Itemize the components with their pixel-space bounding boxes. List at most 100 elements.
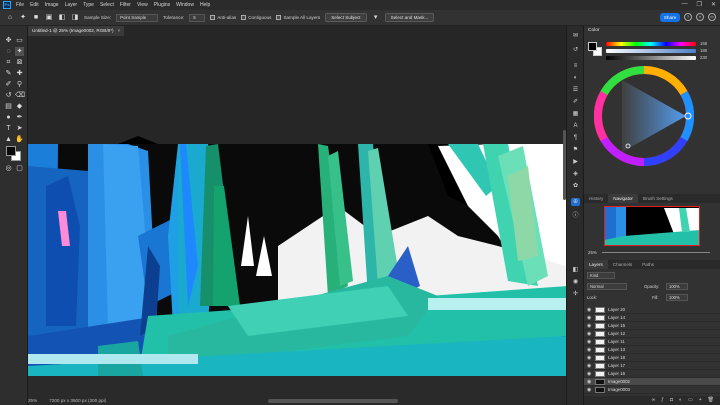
menu-help[interactable]: Help bbox=[200, 2, 210, 8]
navigator-zoom[interactable]: 25% bbox=[588, 250, 597, 255]
hand-tool-icon[interactable]: ✋ bbox=[15, 135, 24, 144]
shapes-icon[interactable]: ✿ bbox=[571, 182, 580, 190]
chevron-down-icon[interactable]: ▾ bbox=[372, 14, 380, 22]
eraser-tool-icon[interactable]: ⌫ bbox=[15, 91, 25, 100]
eye-icon[interactable]: ◉ bbox=[587, 386, 591, 394]
layer-row[interactable]: ◉ Layer 20 bbox=[584, 306, 720, 314]
tab-navigator[interactable]: Navigator bbox=[608, 194, 638, 203]
eye-icon[interactable]: ◉ bbox=[587, 306, 591, 314]
magic-wand-tool-icon[interactable]: ✦ bbox=[19, 14, 27, 22]
minimize-icon[interactable]: — bbox=[682, 1, 688, 8]
properties-icon[interactable]: ≡ bbox=[571, 62, 580, 70]
fx-icon[interactable]: ƒ bbox=[661, 396, 664, 405]
layer-filter-kind[interactable]: Kind bbox=[587, 272, 615, 279]
trash-icon[interactable]: 🗑 bbox=[708, 396, 714, 405]
menu-layer[interactable]: Layer bbox=[65, 2, 78, 8]
tab-channels[interactable]: Channels bbox=[608, 260, 637, 269]
stamp-tool-icon[interactable]: ⚲ bbox=[15, 80, 24, 89]
search-icon[interactable]: ⌕ bbox=[696, 13, 704, 21]
horizontal-scroll-thumb[interactable] bbox=[268, 399, 398, 403]
healing-tool-icon[interactable]: ✚ bbox=[15, 69, 24, 78]
menu-view[interactable]: View bbox=[137, 2, 148, 8]
layer-row[interactable]: ◉ Layer 15 bbox=[584, 322, 720, 330]
menu-edit[interactable]: Edit bbox=[30, 2, 39, 8]
gradient-tool-icon[interactable]: ▤ bbox=[4, 102, 13, 111]
dodge-tool-icon[interactable]: ● bbox=[4, 113, 13, 122]
link-layers-icon[interactable]: ∞ bbox=[652, 396, 656, 405]
home-icon[interactable]: ⌂ bbox=[6, 14, 14, 22]
eye-icon[interactable]: ◉ bbox=[587, 338, 591, 346]
info-icon[interactable]: ⓘ bbox=[571, 212, 580, 220]
navigator-zoom-slider[interactable] bbox=[602, 252, 710, 253]
channels-icon[interactable]: ◉ bbox=[571, 278, 580, 286]
artboard-tool-icon[interactable]: ▭ bbox=[15, 36, 24, 45]
menu-select[interactable]: Select bbox=[100, 2, 114, 8]
pen-tool-icon[interactable]: ✒ bbox=[15, 113, 24, 122]
help-icon[interactable]: ? bbox=[684, 13, 692, 21]
mask-icon[interactable]: ◘ bbox=[670, 396, 673, 405]
menu-filter[interactable]: Filter bbox=[120, 2, 131, 8]
eye-icon[interactable]: ◉ bbox=[587, 322, 591, 330]
brush-tool-icon[interactable]: ✐ bbox=[4, 80, 13, 89]
libraries-icon[interactable]: ☰ bbox=[571, 86, 580, 94]
menu-window[interactable]: Window bbox=[176, 2, 194, 8]
layer-row[interactable]: ◉ Layer 18 bbox=[584, 354, 720, 362]
fill-input[interactable]: 100% bbox=[666, 294, 688, 301]
crop-tool-icon[interactable]: ⌗ bbox=[4, 58, 13, 67]
history-brush-icon[interactable]: ↺ bbox=[4, 91, 13, 100]
layer-row[interactable]: ◉ Layer 14 bbox=[584, 314, 720, 322]
select-subject-button[interactable]: Select Subject bbox=[325, 13, 367, 22]
eye-icon[interactable]: ◉ bbox=[587, 370, 591, 378]
close-tab-icon[interactable]: × bbox=[118, 28, 121, 33]
color-value-1[interactable]: 158 bbox=[700, 41, 707, 46]
color-value-3[interactable]: 230 bbox=[700, 55, 707, 60]
fg-swatch[interactable] bbox=[588, 42, 597, 51]
hue-slider[interactable] bbox=[606, 42, 696, 46]
antialias-checkbox[interactable]: Anti-alias bbox=[210, 15, 236, 20]
actions-icon[interactable]: ▶ bbox=[571, 158, 580, 166]
brightness-slider[interactable] bbox=[606, 56, 696, 60]
tab-layers[interactable]: Layers bbox=[584, 260, 608, 269]
navigator-preview[interactable] bbox=[604, 206, 700, 246]
menu-plugins[interactable]: Plugins bbox=[154, 2, 170, 8]
horizontal-scrollbar[interactable] bbox=[28, 397, 566, 405]
layer-row[interactable]: ◉ Layer 11 bbox=[584, 338, 720, 346]
chat-icon[interactable]: ✉ bbox=[571, 32, 580, 40]
shape-tool-icon[interactable]: ▲ bbox=[4, 135, 13, 144]
path-select-icon[interactable]: ➤ bbox=[15, 124, 24, 133]
adjustments-icon[interactable]: ◐ bbox=[571, 74, 580, 82]
opacity-input[interactable]: 100% bbox=[666, 283, 688, 290]
zoom-level[interactable]: 25% bbox=[28, 398, 37, 403]
type-tool-icon[interactable]: T bbox=[4, 124, 13, 133]
sample-size-select[interactable]: Point Sample bbox=[116, 13, 159, 22]
frame-tool-icon[interactable]: ⊠ bbox=[15, 58, 24, 67]
styles-icon[interactable]: ◈ bbox=[571, 170, 580, 178]
select-and-mask-button[interactable]: Select and Mask... bbox=[384, 13, 435, 22]
menu-type[interactable]: Type bbox=[83, 2, 94, 8]
magic-wand-tool-icon[interactable]: ✦ bbox=[15, 47, 24, 56]
eye-icon[interactable]: ◉ bbox=[587, 362, 591, 370]
saturation-slider[interactable] bbox=[606, 49, 696, 53]
layer-row[interactable]: ◉ Layer 13 bbox=[584, 346, 720, 354]
color-value-2[interactable]: 188 bbox=[700, 48, 707, 53]
add-selection-icon[interactable]: ▣ bbox=[45, 14, 53, 22]
layer-row-selected[interactable]: ◉ Image0002 bbox=[584, 378, 720, 386]
adjustment-layer-icon[interactable]: ◐ bbox=[679, 396, 682, 405]
intersect-selection-icon[interactable]: ◨ bbox=[71, 14, 79, 22]
menu-file[interactable]: File bbox=[16, 2, 24, 8]
eye-icon[interactable]: ◉ bbox=[587, 330, 591, 338]
eyedropper-tool-icon[interactable]: ✎ bbox=[4, 69, 13, 78]
layers-icon[interactable]: ◧ bbox=[571, 266, 580, 274]
quick-mask-icon[interactable]: ◎ bbox=[4, 164, 13, 173]
navigator-icon[interactable]: ⊕ bbox=[571, 198, 580, 206]
subtract-selection-icon[interactable]: ◧ bbox=[58, 14, 66, 22]
screen-mode-icon[interactable]: ▢ bbox=[15, 164, 24, 173]
eye-icon[interactable]: ◉ bbox=[587, 354, 591, 362]
tab-paths[interactable]: Paths bbox=[637, 260, 659, 269]
restore-icon[interactable]: ❐ bbox=[697, 1, 702, 8]
character-icon[interactable]: A bbox=[571, 122, 580, 130]
paths-icon[interactable]: ✢ bbox=[571, 290, 580, 298]
tolerance-input[interactable]: 5 bbox=[189, 13, 206, 22]
layer-row[interactable]: ◉ Layer 17 bbox=[584, 362, 720, 370]
swatches-icon[interactable]: ▦ bbox=[571, 110, 580, 118]
